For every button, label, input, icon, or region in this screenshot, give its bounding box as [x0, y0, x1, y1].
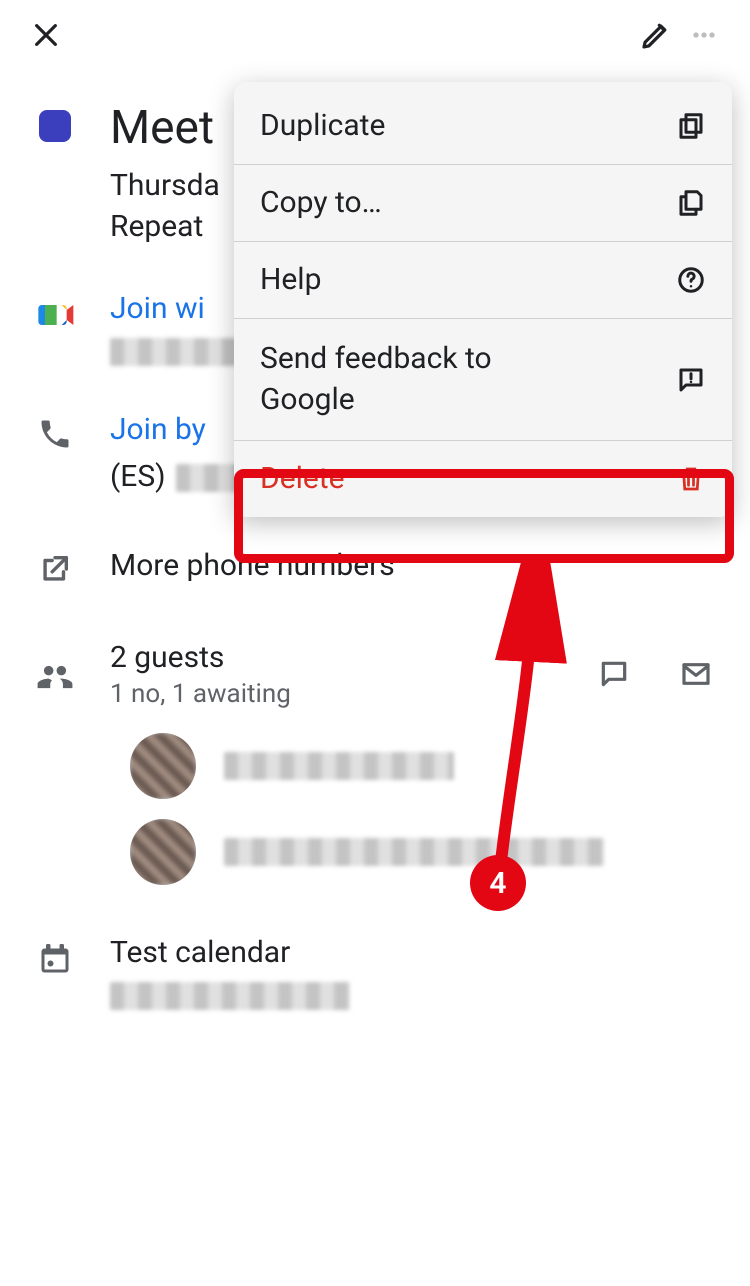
chat-icon: [598, 658, 630, 690]
menu-item-feedback[interactable]: Send feedback to Google: [234, 318, 732, 440]
menu-item-copy-to[interactable]: Copy to…: [234, 164, 732, 241]
email-guests-button[interactable]: [672, 650, 720, 698]
overflow-menu: Duplicate Copy to… Help Send feedback to…: [234, 82, 732, 517]
open-external-icon: [38, 552, 72, 586]
more-phone-numbers-label: More phone numbers: [110, 546, 720, 585]
menu-item-label: Copy to…: [260, 185, 382, 221]
redacted-calendar-email: [110, 982, 350, 1010]
guests-header-row: 2 guests 1 no, 1 awaiting: [0, 600, 750, 723]
mail-icon: [680, 658, 712, 690]
guest-avatar: [130, 733, 196, 799]
duplicate-icon: [676, 111, 706, 141]
guest-avatar: [130, 819, 196, 885]
more-phone-numbers-row[interactable]: More phone numbers: [0, 512, 750, 600]
copy-icon: [676, 188, 706, 218]
phone-country-prefix: (ES): [110, 457, 166, 498]
chat-guests-button[interactable]: [590, 650, 638, 698]
redacted-guest-name: [224, 838, 604, 866]
event-color-icon: [39, 110, 71, 142]
redacted-guest-name: [224, 752, 454, 780]
calendar-name: Test calendar: [110, 935, 720, 970]
google-meet-icon: [35, 295, 75, 335]
event-detail-topbar: [0, 0, 750, 70]
guest-item[interactable]: [0, 723, 750, 809]
calendar-row: Test calendar: [0, 895, 750, 1024]
menu-item-label: Delete: [260, 461, 345, 497]
close-button[interactable]: [22, 11, 70, 59]
guest-status: 1 no, 1 awaiting: [110, 679, 590, 709]
people-icon: [36, 658, 74, 696]
menu-item-help[interactable]: Help: [234, 241, 732, 318]
calendar-icon: [37, 941, 73, 977]
more-horizontal-icon: [688, 19, 720, 51]
pencil-icon: [640, 19, 672, 51]
menu-item-label: Help: [260, 262, 321, 298]
help-icon: [676, 265, 706, 295]
more-options-button[interactable]: [680, 11, 728, 59]
phone-icon: [37, 416, 73, 452]
close-icon: [30, 19, 62, 51]
feedback-icon: [676, 365, 706, 395]
menu-item-duplicate[interactable]: Duplicate: [234, 82, 732, 164]
guest-count: 2 guests: [110, 640, 590, 675]
trash-icon: [676, 464, 706, 494]
menu-item-label: Duplicate: [260, 108, 385, 144]
menu-item-label: Send feedback to Google: [260, 339, 580, 420]
guest-item[interactable]: [0, 809, 750, 895]
edit-button[interactable]: [632, 11, 680, 59]
menu-item-delete[interactable]: Delete: [234, 440, 732, 517]
